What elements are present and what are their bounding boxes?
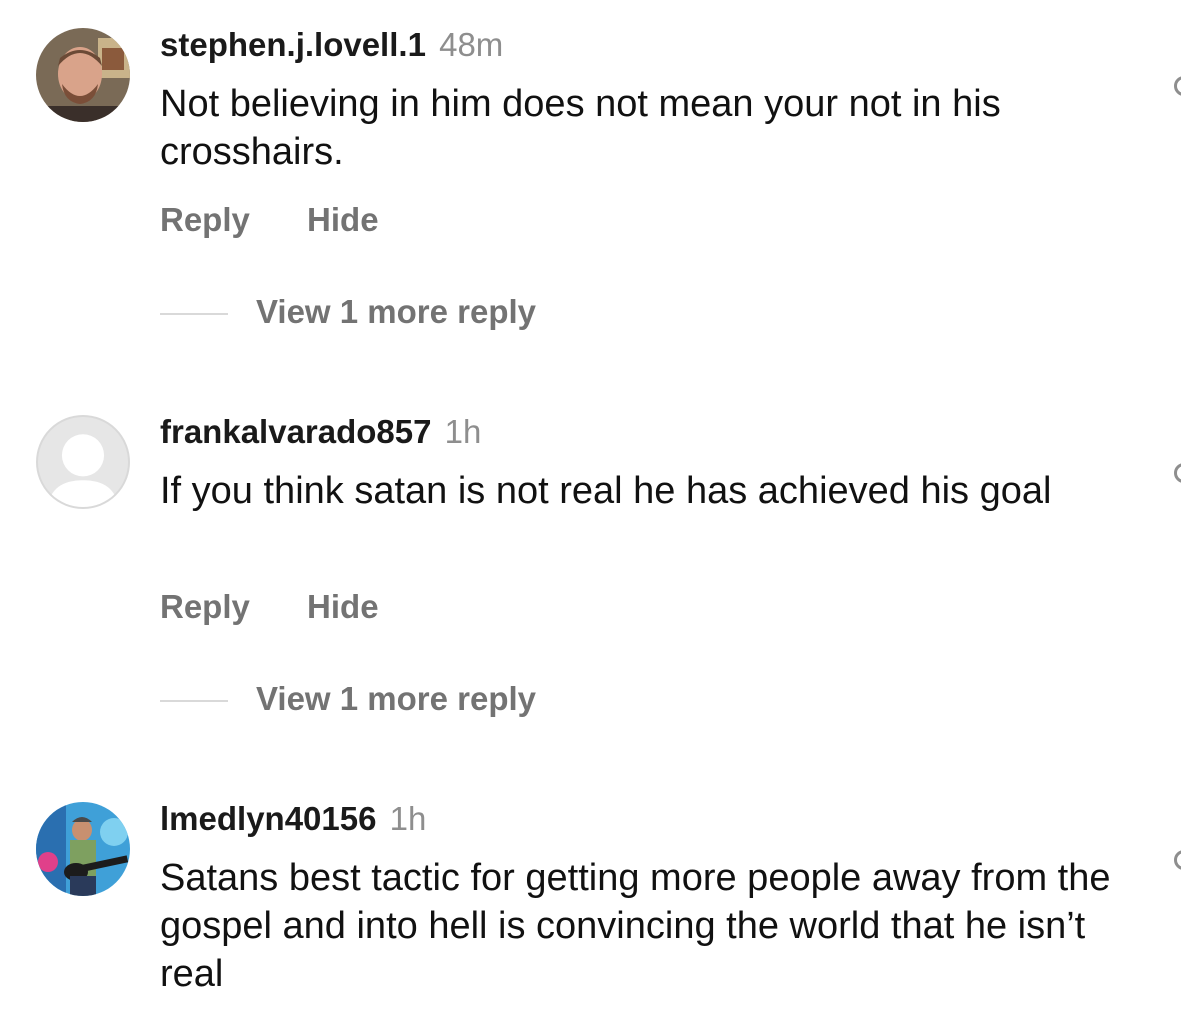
avatar[interactable] xyxy=(36,415,130,509)
user-photo xyxy=(36,28,130,122)
comment-header: frankalvarado857 1h xyxy=(160,413,481,451)
reply-button[interactable]: Reply xyxy=(160,588,250,625)
comment-actions: Reply Hide xyxy=(160,201,379,239)
more-options-icon[interactable] xyxy=(1174,463,1181,483)
default-avatar-icon xyxy=(47,434,119,507)
avatar[interactable] xyxy=(36,802,130,896)
hide-button[interactable]: Hide xyxy=(307,201,379,238)
username[interactable]: frankalvarado857 xyxy=(160,413,432,450)
comment-text: Not believing in him does not mean your … xyxy=(160,83,1001,173)
view-more-replies-button[interactable]: View 1 more reply xyxy=(160,293,536,331)
view-more-replies-button[interactable]: View 1 more reply xyxy=(160,680,536,718)
timestamp: 1h xyxy=(444,413,482,450)
username[interactable]: lmedlyn40156 xyxy=(160,800,376,837)
comment-text: If you think satan is not real he has ac… xyxy=(160,470,1052,512)
username[interactable]: stephen.j.lovell.1 xyxy=(160,26,426,63)
comment-header: lmedlyn40156 1h xyxy=(160,800,426,838)
avatar[interactable] xyxy=(36,28,130,122)
more-options-icon[interactable] xyxy=(1174,850,1181,870)
view-more-label: View 1 more reply xyxy=(256,680,537,717)
timestamp: 48m xyxy=(439,26,504,63)
comment-actions: Reply Hide xyxy=(160,588,379,626)
hide-button[interactable]: Hide xyxy=(307,588,379,625)
more-options-icon[interactable] xyxy=(1174,76,1181,96)
reply-button[interactable]: Reply xyxy=(160,201,250,238)
comment-header: stephen.j.lovell.1 48m xyxy=(160,26,503,64)
user-photo xyxy=(36,802,130,896)
view-more-label: View 1 more reply xyxy=(256,293,537,330)
divider xyxy=(160,700,228,703)
timestamp: 1h xyxy=(389,800,427,837)
comment-text: Satans best tactic for getting more peop… xyxy=(160,857,1111,995)
divider xyxy=(160,313,228,316)
